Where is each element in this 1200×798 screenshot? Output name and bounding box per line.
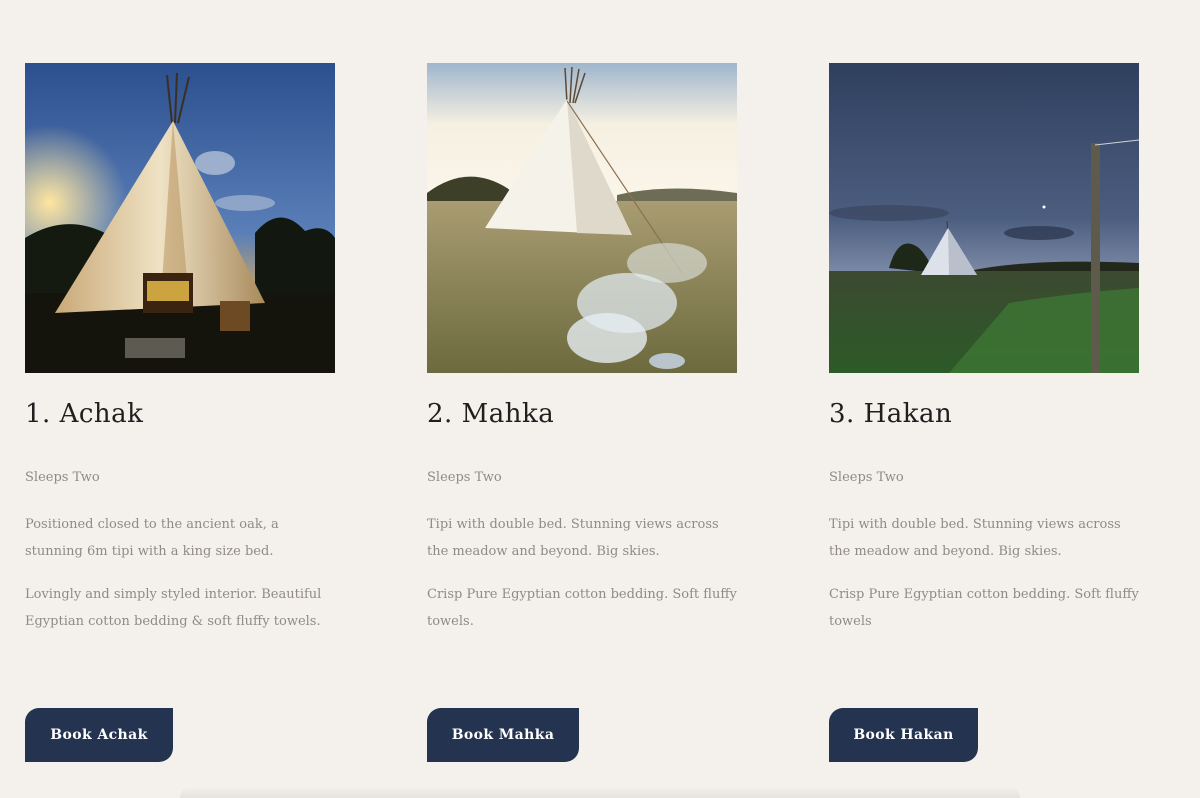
tipi-card-mahka: 2. Mahka Sleeps Two Tipi with double bed…	[427, 63, 737, 762]
tipi-photo-hakan	[829, 63, 1139, 373]
tipi-title: 1. Achak	[25, 399, 144, 429]
book-hakan-button[interactable]: Book Hakan	[829, 708, 978, 762]
tipi-amenities: Crisp Pure Egyptian cotton bedding. Soft…	[427, 587, 737, 629]
tipi-title: 2. Mahka	[427, 399, 555, 429]
tipi-amenities: Lovingly and simply styled interior. Bea…	[25, 587, 322, 629]
sleeps-capacity: Sleeps Two	[829, 470, 904, 485]
sleeps-capacity: Sleeps Two	[25, 470, 100, 485]
tipi-description: Positioned closed to the ancient oak, a …	[25, 517, 279, 559]
tipi-night-photo-icon	[25, 63, 335, 373]
footer-shadow	[180, 786, 1020, 798]
tipi-description: Tipi with double bed. Stunning views acr…	[427, 517, 719, 559]
tipi-title: 3. Hakan	[829, 399, 953, 429]
tipi-description: Tipi with double bed. Stunning views acr…	[829, 517, 1121, 559]
tipi-amenities: Crisp Pure Egyptian cotton bedding. Soft…	[829, 587, 1139, 629]
tipi-card-hakan: 3. Hakan Sleeps Two Tipi with double bed…	[829, 63, 1139, 762]
tipi-photo-mahka	[427, 63, 737, 373]
book-mahka-button[interactable]: Book Mahka	[427, 708, 579, 762]
tipi-card-achak: 1. Achak Sleeps Two Positioned closed to…	[25, 63, 335, 762]
book-achak-button[interactable]: Book Achak	[25, 708, 173, 762]
sleeps-capacity: Sleeps Two	[427, 470, 502, 485]
tipi-photo-achak	[25, 63, 335, 373]
tipi-listing-page: 1. Achak Sleeps Two Positioned closed to…	[0, 0, 1200, 798]
tipi-dusk-photo-icon	[829, 63, 1139, 373]
tipi-meadow-photo-icon	[427, 63, 737, 373]
